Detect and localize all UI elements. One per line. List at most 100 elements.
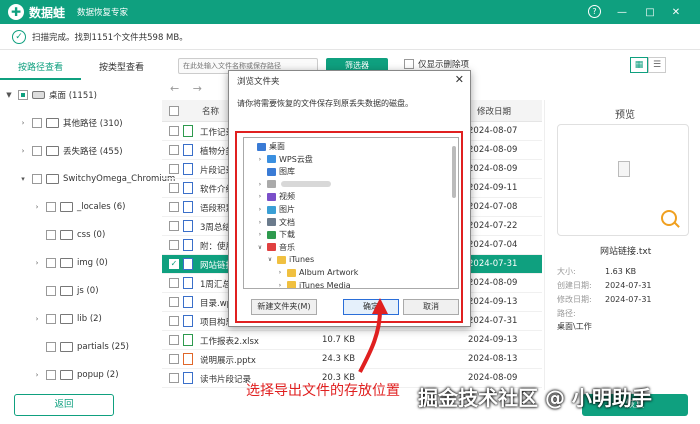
file-name: 说明展示.pptx <box>200 356 256 366</box>
row-checkbox[interactable] <box>169 335 179 345</box>
tree-item[interactable]: › lib (2) <box>32 310 102 328</box>
preview-info-created: 创建日期: 2024-07-31 <box>557 280 652 291</box>
tree-arrow-icon[interactable]: › <box>256 219 264 226</box>
tree-item[interactable]: › 其他路径 (310) <box>18 114 123 132</box>
maximize-button[interactable]: □ <box>642 4 658 20</box>
tree-arrow-icon[interactable]: › <box>256 156 264 163</box>
tree-checkbox[interactable] <box>46 202 56 212</box>
tree-checkbox[interactable] <box>46 258 56 268</box>
chevron-right-icon[interactable]: › <box>32 203 42 211</box>
row-checkbox[interactable] <box>169 278 179 288</box>
tab-by-path[interactable]: 按路径查看 <box>0 58 81 80</box>
row-checkbox[interactable] <box>169 145 179 155</box>
folder-icon <box>267 218 276 227</box>
forward-arrow-icon[interactable]: → <box>193 82 202 95</box>
select-all-checkbox[interactable] <box>169 106 179 116</box>
tree-item[interactable]: › img (0) <box>32 254 108 272</box>
close-button[interactable]: ✕ <box>668 4 684 20</box>
show-deleted-only[interactable]: 仅显示删除项 <box>404 58 469 70</box>
tree-item[interactable]: partials (25) <box>32 338 129 356</box>
list-view-icon[interactable]: ☰ <box>648 57 666 73</box>
tab-by-type[interactable]: 按类型查看 <box>81 58 162 80</box>
row-checkbox[interactable] <box>169 164 179 174</box>
tree-checkbox[interactable] <box>46 342 56 352</box>
tree-item[interactable]: js (0) <box>32 282 99 300</box>
chevron-down-icon[interactable]: ▼ <box>4 91 14 99</box>
tree-item[interactable]: ▼ 桌面 (1151) <box>4 86 97 104</box>
folder-browser-item[interactable]: › iTunes Media <box>276 279 351 289</box>
chevron-right-icon[interactable]: › <box>18 119 28 127</box>
new-folder-button[interactable]: 新建文件夹(M) <box>251 299 317 315</box>
row-checkbox[interactable] <box>169 221 179 231</box>
folder-browser-item[interactable]: › <box>256 178 331 191</box>
row-checkbox[interactable] <box>169 183 179 193</box>
table-row[interactable]: 工作报表2.xlsx 10.7 KB 2024-09-13 <box>162 331 542 350</box>
tree-item[interactable]: ▾ SwitchyOmega_Chromium <box>18 170 175 188</box>
tree-item[interactable]: › 丢失路径 (455) <box>18 142 123 160</box>
folder-browser-item[interactable]: › Album Artwork <box>276 266 359 279</box>
chevron-right-icon[interactable]: › <box>32 259 42 267</box>
drive-icon <box>32 91 45 99</box>
tree-checkbox[interactable] <box>32 146 42 156</box>
tree-checkbox[interactable] <box>18 90 28 100</box>
folder-browser-item[interactable]: ∨ iTunes <box>266 253 314 266</box>
folder-browser-item[interactable]: 桌面 <box>246 140 285 153</box>
folder-browser-item[interactable]: › 下载 <box>256 228 295 241</box>
back-button[interactable]: 返回 <box>14 394 114 416</box>
chevron-right-icon[interactable]: › <box>18 147 28 155</box>
tree-checkbox[interactable] <box>46 230 56 240</box>
table-row[interactable]: 说明展示.pptx 24.3 KB 2024-08-13 <box>162 350 542 369</box>
chevron-down-icon[interactable]: ▾ <box>18 175 28 183</box>
row-checkbox[interactable] <box>169 354 179 364</box>
file-date: 2024-08-09 <box>468 278 518 288</box>
zoom-icon[interactable] <box>661 210 677 226</box>
dialog-scrollbar[interactable] <box>452 146 456 198</box>
folder-icon <box>267 180 276 189</box>
tree-arrow-icon[interactable]: › <box>256 193 264 200</box>
help-icon[interactable]: ? <box>588 5 601 18</box>
search-input[interactable] <box>183 62 308 70</box>
dialog-cancel-button[interactable]: 取消 <box>403 299 459 315</box>
minimize-button[interactable]: — <box>614 4 630 20</box>
folder-browser-item[interactable]: › WPS云盘 <box>256 153 313 166</box>
row-checkbox[interactable] <box>169 126 179 136</box>
row-checkbox[interactable]: ✓ <box>169 259 179 269</box>
file-date: 2024-07-31 <box>468 316 518 326</box>
row-checkbox[interactable] <box>169 297 179 307</box>
row-checkbox[interactable] <box>169 316 179 326</box>
chevron-right-icon[interactable]: › <box>32 371 42 379</box>
back-arrow-icon[interactable]: ← <box>170 82 179 95</box>
tree-arrow-icon[interactable]: › <box>256 206 264 213</box>
chevron-right-icon[interactable]: › <box>32 315 42 323</box>
tree-checkbox[interactable] <box>46 314 56 324</box>
tree-arrow-icon[interactable]: ∨ <box>256 244 264 251</box>
grid-view-icon[interactable]: ▦ <box>630 57 648 73</box>
folder-browser-item[interactable]: › 图片 <box>256 203 295 216</box>
row-checkbox[interactable] <box>169 240 179 250</box>
tree-arrow-icon[interactable]: › <box>276 282 284 288</box>
tree-item[interactable]: › popup (2) <box>32 366 119 384</box>
dialog-close-icon[interactable]: ✕ <box>455 73 464 86</box>
tree-item[interactable]: css (0) <box>32 226 105 244</box>
folder-icon <box>46 146 59 156</box>
row-checkbox[interactable] <box>169 373 179 383</box>
tree-checkbox[interactable] <box>46 286 56 296</box>
show-deleted-checkbox[interactable] <box>404 59 414 69</box>
row-checkbox[interactable] <box>169 202 179 212</box>
tree-arrow-icon[interactable]: ∨ <box>266 256 274 263</box>
folder-browser-item[interactable]: 图库 <box>256 165 295 178</box>
tree-item[interactable]: › _locales (6) <box>32 198 125 216</box>
tree-checkbox[interactable] <box>32 174 42 184</box>
tree-checkbox[interactable] <box>32 118 42 128</box>
info-key: 创建日期: <box>557 281 592 290</box>
tree-checkbox[interactable] <box>46 370 56 380</box>
column-date[interactable]: 修改日期 <box>477 105 511 117</box>
folder-browser-item[interactable]: › 视频 <box>256 190 295 203</box>
folder-browser-item[interactable]: ∨ 音乐 <box>256 241 295 254</box>
column-name[interactable]: 名称 <box>202 105 219 117</box>
tree-arrow-icon[interactable]: › <box>256 231 264 238</box>
tree-arrow-icon[interactable]: › <box>256 181 264 188</box>
folder-browser-label: iTunes Media <box>299 280 351 289</box>
folder-browser-item[interactable]: › 文档 <box>256 216 295 229</box>
tree-arrow-icon[interactable]: › <box>276 269 284 276</box>
